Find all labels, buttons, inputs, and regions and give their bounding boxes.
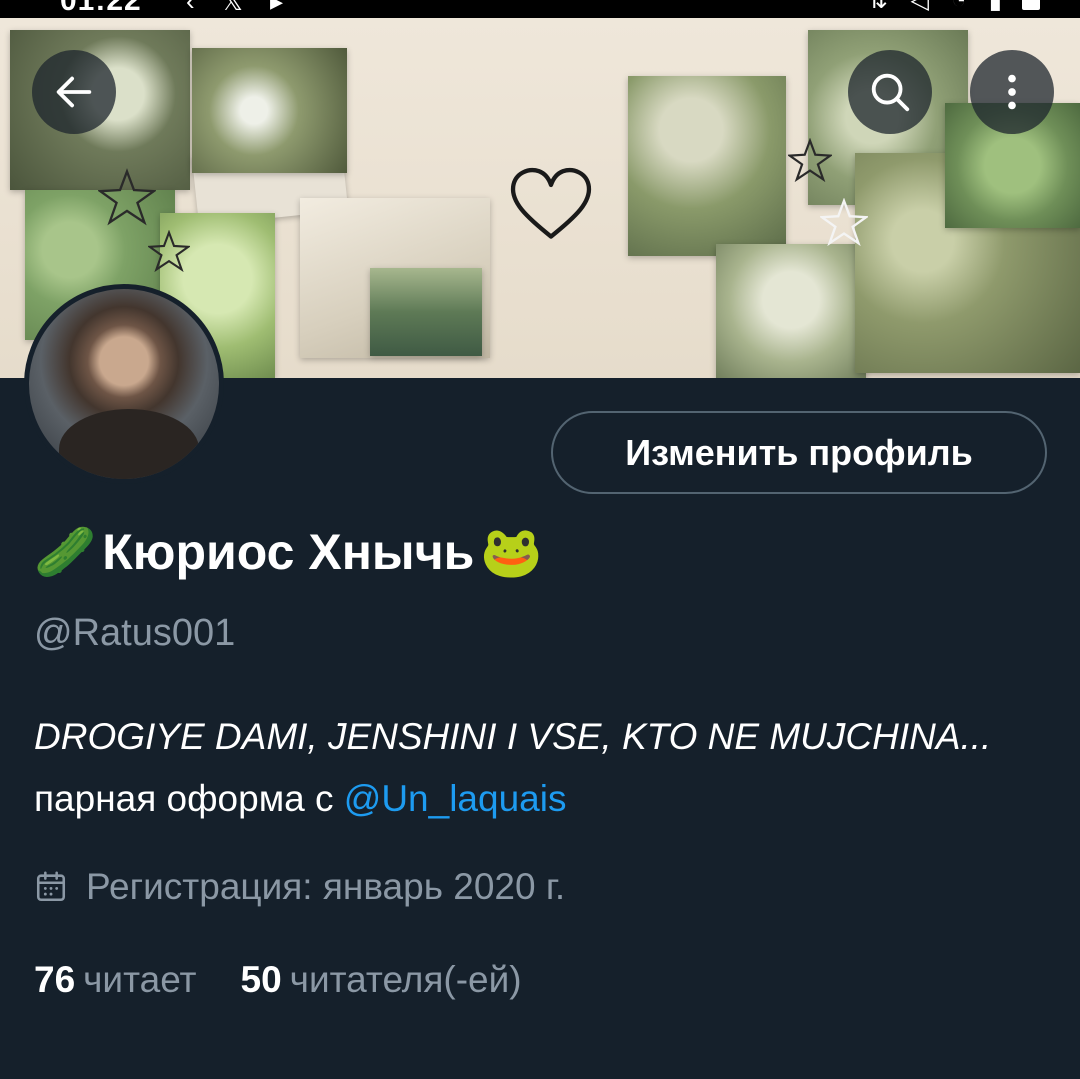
bio-text: парная оформа с — [34, 778, 334, 819]
banner-photo-sneakers — [628, 76, 786, 256]
following-label: читает — [83, 959, 197, 1000]
join-date-text: Регистрация: январь 2020 г. — [86, 866, 566, 907]
star-icon — [148, 230, 190, 272]
star-icon — [98, 168, 156, 226]
banner-photo-tulips — [716, 244, 866, 378]
status-notification-icons: ‹ 𝕏 ▸ — [186, 0, 294, 16]
bio-mention-link[interactable]: @Un_laquais — [344, 778, 567, 819]
status-time: 01:22 — [60, 0, 142, 17]
star-icon — [788, 138, 832, 182]
search-icon — [871, 73, 910, 112]
followers-label: читателя(-ей) — [289, 959, 522, 1000]
followers-count: 50 — [240, 959, 282, 1000]
edit-profile-button[interactable]: Изменить профиль — [551, 411, 1047, 494]
star-icon — [820, 198, 868, 246]
cucumber-emoji: 🥒 — [34, 523, 97, 580]
join-date: Регистрация: январь 2020 г. — [34, 862, 565, 912]
following-link[interactable]: 76 читает — [34, 959, 197, 1001]
calendar-icon — [36, 871, 66, 902]
more-vertical-icon — [1008, 74, 1016, 110]
banner-photo-painting — [370, 268, 482, 356]
banner-photo-flowers — [192, 48, 347, 173]
display-name-text: Кюриос Хнычь — [102, 524, 475, 580]
more-button[interactable] — [970, 50, 1054, 134]
profile-screen: 01:22 ‹ 𝕏 ▸ ⇅ ◁ ◔ ▮ Изменить профиль 🥒 К… — [0, 0, 1080, 1079]
display-name: 🥒 Кюриос Хнычь 🐸 — [34, 512, 543, 592]
user-handle: @Ratus001 — [34, 612, 236, 654]
avatar[interactable] — [24, 284, 224, 484]
follow-stats: 76 читает 50 читателя(-ей) — [34, 950, 522, 1010]
arrow-left-icon — [56, 76, 92, 108]
status-system-icons: ⇅ ◁ ◔ ▮ — [867, 0, 1010, 14]
following-count: 76 — [34, 959, 76, 1000]
search-button[interactable] — [848, 50, 932, 134]
profile-bio: DROGIYE DAMI, JENSHINI I VSE, KTO NE MUJ… — [34, 706, 1034, 830]
frog-emoji: 🐸 — [480, 523, 543, 580]
battery-icon — [1022, 0, 1040, 10]
bio-italic-text: DROGIYE DAMI, JENSHINI I VSE, KTO NE MUJ… — [34, 716, 992, 757]
back-button[interactable] — [32, 50, 116, 134]
followers-link[interactable]: 50 читателя(-ей) — [241, 959, 522, 1001]
heart-icon — [511, 168, 591, 239]
status-bar: 01:22 ‹ 𝕏 ▸ ⇅ ◁ ◔ ▮ — [0, 0, 1080, 18]
